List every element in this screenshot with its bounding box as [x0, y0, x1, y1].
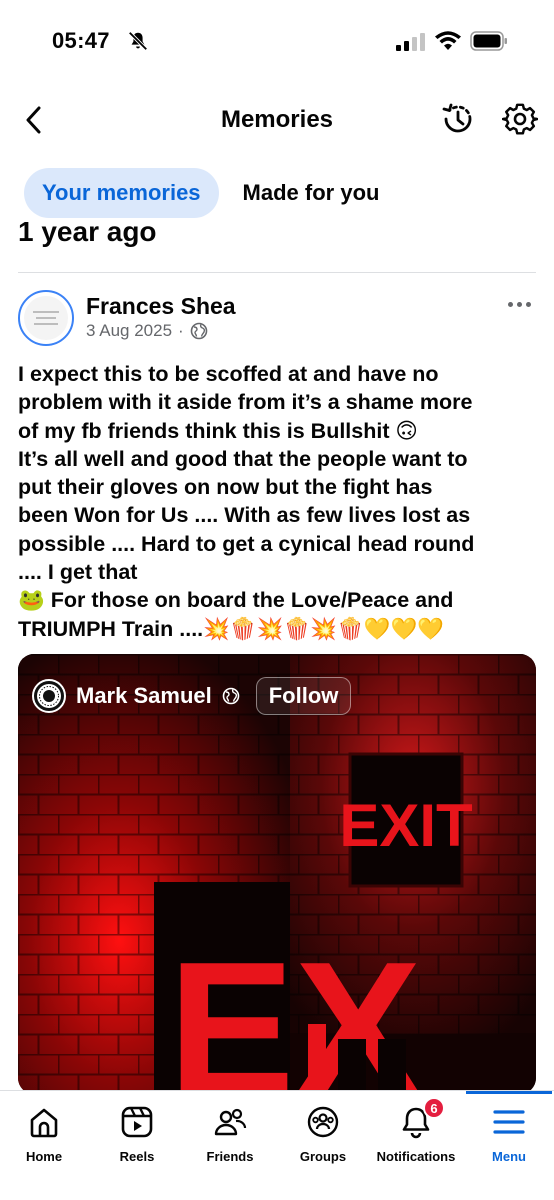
header: Memories	[0, 90, 554, 150]
avatar-image	[24, 296, 68, 340]
nav-label: Menu	[492, 1149, 526, 1164]
author-name[interactable]: Frances Shea	[86, 293, 236, 320]
section-heading: 1 year ago	[18, 216, 157, 247]
dot-icon	[526, 301, 531, 307]
signal-icon	[396, 33, 425, 51]
divider	[18, 272, 536, 273]
exit-sign-image: EXIT EX	[18, 654, 536, 1094]
nav-label: Groups	[299, 1149, 347, 1164]
nav-home[interactable]: Home	[0, 1091, 94, 1171]
post-line: put their gloves on now but the fight ha…	[18, 475, 433, 500]
owner-avatar[interactable]	[32, 679, 66, 713]
globe-icon	[222, 687, 240, 705]
post-line: .... I get that	[18, 560, 138, 585]
nav-label: Notifications	[376, 1149, 456, 1164]
meta-separator: ·	[178, 321, 184, 340]
friends-icon	[214, 1108, 247, 1136]
post-date[interactable]: 3 Aug 2025	[86, 321, 172, 341]
nav-friends[interactable]: Friends	[180, 1091, 280, 1171]
owner-name[interactable]: Mark Samuel	[76, 683, 212, 709]
notification-badge: 6	[423, 1097, 445, 1119]
post-line: 🐸 For those on board the Love/Peace and	[18, 588, 454, 613]
nav-label: Home	[25, 1149, 63, 1164]
wifi-icon	[435, 31, 461, 50]
nav-reels[interactable]: Reels	[87, 1091, 187, 1171]
post-meta: 3 Aug 2025 ·	[86, 321, 208, 341]
exit-sign-text: EXIT	[339, 792, 472, 859]
post-line: possible .... Hard to get a cynical head…	[18, 531, 475, 556]
post-line: It’s all well and good that the people w…	[18, 446, 468, 471]
follow-button[interactable]: Follow	[255, 677, 352, 715]
menu-icon	[493, 1110, 525, 1134]
reel-owner: Mark Samuel Follow	[32, 676, 352, 716]
settings-button[interactable]	[501, 101, 539, 137]
history-icon	[442, 103, 472, 133]
bell-off-icon	[128, 31, 148, 51]
post-line: I expect this to be scoffed at and have …	[18, 362, 439, 386]
battery-icon	[470, 31, 507, 51]
author-avatar[interactable]	[18, 290, 74, 346]
home-icon	[30, 1108, 58, 1138]
bottom-nav: Home Reels Friends Groups 6 Notification…	[0, 1090, 554, 1200]
tab-made-for-you[interactable]: Made for you	[225, 168, 398, 218]
bell-icon-wrap: 6	[399, 1097, 445, 1139]
post-line: TRIUMPH Train ....💥🍿💥🍿💥🍿💛💛💛	[18, 616, 445, 641]
dot-icon	[517, 301, 522, 307]
nav-groups[interactable]: Groups	[273, 1091, 373, 1171]
nav-menu[interactable]: Menu	[459, 1091, 554, 1171]
memories-tabs: Your memories Made for you	[24, 168, 397, 218]
more-options-button[interactable]	[508, 296, 538, 312]
nav-label: Friends	[206, 1149, 254, 1164]
shared-reel[interactable]: EXIT EX Mark Samuel Follow	[18, 654, 536, 1094]
gear-icon	[501, 103, 539, 135]
status-time: 05:47	[52, 28, 110, 53]
status-bar: 05:47	[0, 0, 554, 84]
nav-notifications[interactable]: 6 Notifications	[366, 1091, 466, 1171]
post-line: of my fb friends think this is Bullshit …	[18, 418, 418, 443]
history-button[interactable]	[440, 101, 476, 137]
dot-icon	[508, 301, 513, 307]
post-line: problem with it aside from it’s a shame …	[18, 390, 473, 415]
tab-your-memories[interactable]: Your memories	[24, 168, 219, 218]
reels-icon	[121, 1106, 153, 1138]
nav-label: Reels	[119, 1149, 155, 1164]
post-text: I expect this to be scoffed at and have …	[18, 360, 538, 643]
lion-logo-icon	[37, 684, 61, 708]
groups-icon	[307, 1106, 339, 1138]
post-line: been Won for Us .... With as few lives l…	[18, 503, 471, 528]
globe-icon	[190, 322, 208, 340]
